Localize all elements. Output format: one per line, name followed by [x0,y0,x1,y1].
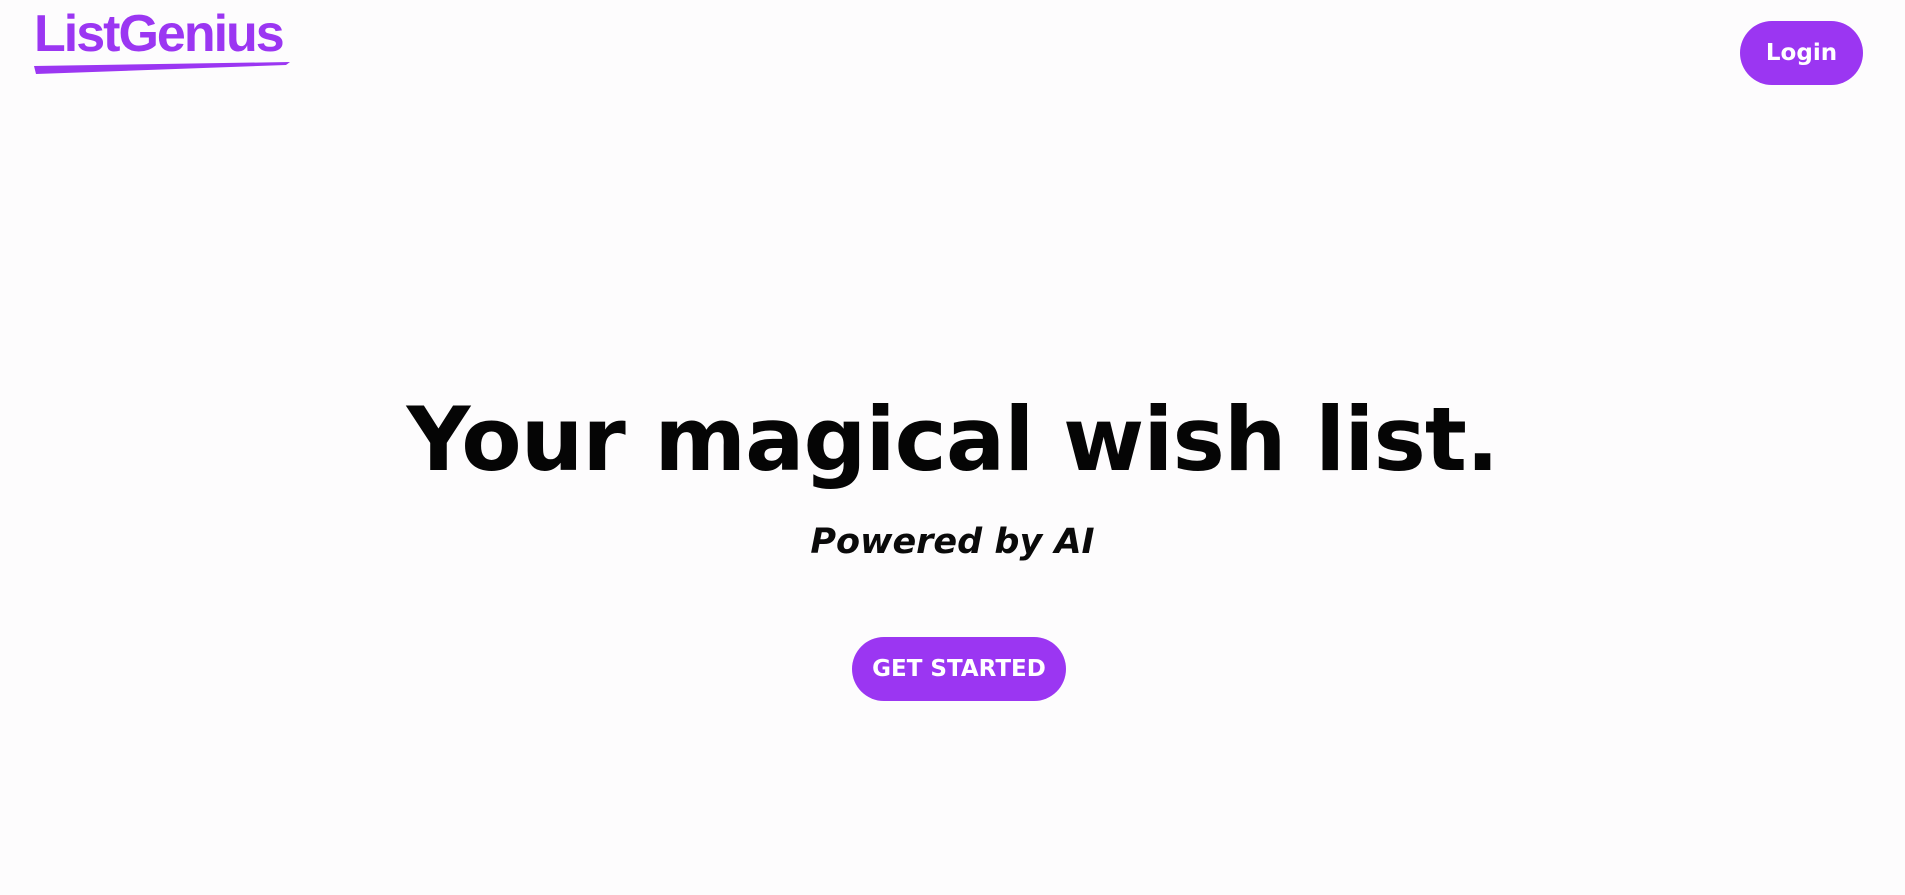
logo-underline-swoosh [34,62,290,74]
hero-headline: Your magical wish list. [406,388,1500,491]
listgenius-logo[interactable]: ListGenius [34,4,304,74]
logo-wordmark: ListGenius [34,5,285,63]
site-header: ListGenius Login [0,0,1905,100]
get-started-button[interactable]: GET STARTED [852,637,1066,701]
hero-section: Your magical wish list. Powered by AI [0,380,1905,564]
hero-subheadline: Powered by AI [810,522,1095,562]
login-button[interactable]: Login [1740,21,1863,85]
